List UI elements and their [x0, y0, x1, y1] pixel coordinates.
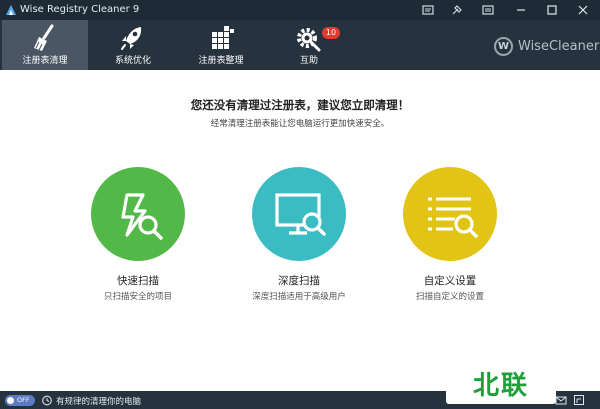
lightning-search-icon	[121, 193, 163, 240]
brand-name: WiseCleaner	[518, 38, 600, 54]
deep-scan-title: 深度扫描	[278, 275, 320, 287]
deep-scan-button[interactable]	[252, 167, 346, 261]
custom-settings-button[interactable]	[403, 167, 497, 261]
list-search-icon	[428, 197, 478, 238]
status-text: 有规律的清理你的电脑	[56, 397, 142, 407]
broom-icon	[34, 24, 54, 51]
rocket-icon	[121, 27, 142, 50]
schedule-toggle[interactable]: OFF	[5, 395, 35, 406]
gear-wrench-icon	[297, 28, 321, 52]
page-subline: 经常清理注册表能让您电脑运行更加快速安全。	[210, 119, 390, 129]
deep-scan-desc: 深度扫描适用于高级用户	[252, 292, 346, 302]
quick-scan-desc: 只扫描安全的项目	[103, 292, 172, 302]
mail-icon[interactable]	[555, 394, 567, 406]
theme-icon[interactable]	[446, 2, 468, 18]
window-title: Wise Registry Cleaner 9	[20, 4, 140, 15]
title-bar: Wise Registry Cleaner 9	[0, 0, 600, 20]
brand-logo[interactable]: W WiseCleaner	[494, 36, 599, 56]
main-toolbar: 注册表清理 系统优化 注册表整理 10 互助 W WiseCleaner	[0, 20, 600, 70]
tab-registry-defrag[interactable]: 注册表整理	[178, 20, 264, 70]
custom-settings-desc: 扫描自定义的设置	[415, 292, 484, 302]
menu-icon[interactable]	[477, 2, 499, 18]
wisecleaner-logo-icon: W	[494, 36, 513, 56]
page-headline: 您还没有清理过注册表，建议您立即清理！	[190, 98, 410, 112]
custom-settings-title: 自定义设置	[423, 275, 477, 287]
blocks-icon	[212, 26, 234, 49]
alarm-clock-icon	[42, 395, 52, 406]
tab-label: 系统优化	[114, 56, 151, 66]
deep-scan-option[interactable]: 深度扫描 深度扫描适用于高级用户	[229, 167, 369, 302]
minimize-icon[interactable]	[510, 2, 532, 18]
quick-scan-button[interactable]	[91, 167, 185, 261]
message-icon[interactable]	[417, 2, 439, 18]
social-icon[interactable]	[573, 394, 585, 406]
notification-badge: 10	[322, 27, 340, 39]
watermark-logo: 北联	[446, 362, 556, 404]
tab-registry-cleaner[interactable]: 注册表清理	[2, 20, 88, 70]
close-icon[interactable]	[572, 2, 594, 18]
tab-label: 注册表整理	[198, 56, 244, 66]
monitor-search-icon	[275, 193, 326, 236]
tab-system-optimize[interactable]: 系统优化	[90, 20, 176, 70]
quick-scan-option[interactable]: 快速扫描 只扫描安全的项目	[68, 167, 208, 302]
custom-settings-option[interactable]: 自定义设置 扫描自定义的设置	[380, 167, 520, 302]
tab-mutual-help[interactable]: 10 互助	[266, 20, 352, 70]
maximize-icon[interactable]	[541, 2, 563, 18]
tab-label: 注册表清理	[22, 56, 68, 66]
tab-label: 互助	[299, 56, 318, 66]
app-logo-icon	[6, 5, 16, 15]
quick-scan-title: 快速扫描	[117, 275, 159, 287]
